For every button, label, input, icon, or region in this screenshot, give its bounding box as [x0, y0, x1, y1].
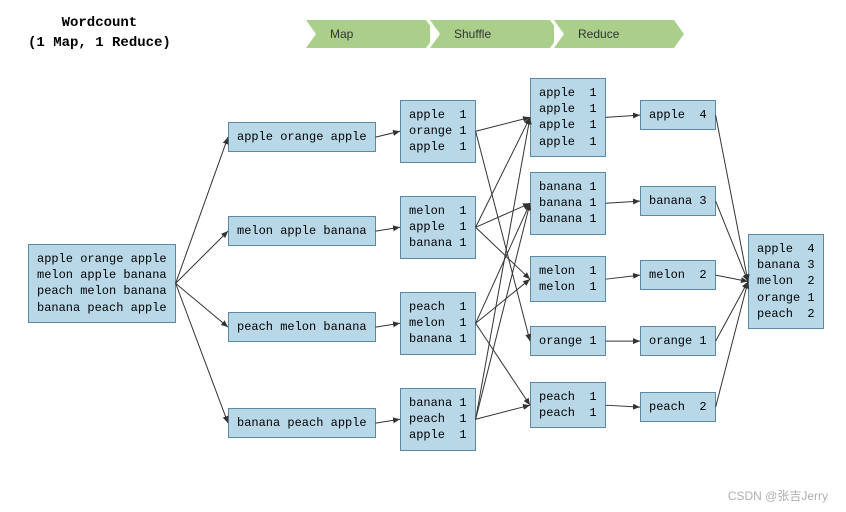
shuffle-box-peach: peach 1 peach 1 [530, 382, 606, 428]
chevron-map: Map [306, 20, 426, 48]
shuffle-box-banana: banana 1 banana 1 banana 1 [530, 172, 606, 235]
map-box-2: peach 1 melon 1 banana 1 [400, 292, 476, 355]
diagram-title: Wordcount (1 Map, 1 Reduce) [28, 14, 171, 53]
split-box-2: peach melon banana [228, 312, 376, 342]
final-output-box: apple 4 banana 3 melon 2 orange 1 peach … [748, 234, 824, 329]
shuffle-box-melon: melon 1 melon 1 [530, 256, 606, 302]
split-box-1: melon apple banana [228, 216, 376, 246]
reduce-box-orange: orange 1 [640, 326, 716, 356]
reduce-box-melon: melon 2 [640, 260, 716, 290]
reduce-box-banana: banana 3 [640, 186, 716, 216]
reduce-box-peach: peach 2 [640, 392, 716, 422]
stage-chevrons: Map Shuffle Reduce [306, 20, 678, 48]
map-box-1: melon 1 apple 1 banana 1 [400, 196, 476, 259]
shuffle-box-orange: orange 1 [530, 326, 606, 356]
map-box-3: banana 1 peach 1 apple 1 [400, 388, 476, 451]
title-line1: Wordcount [28, 14, 171, 34]
chevron-reduce: Reduce [554, 20, 674, 48]
input-box: apple orange apple melon apple banana pe… [28, 244, 176, 323]
watermark: CSDN @张吉Jerry [728, 487, 828, 504]
shuffle-box-apple: apple 1 apple 1 apple 1 apple 1 [530, 78, 606, 157]
map-box-0: apple 1 orange 1 apple 1 [400, 100, 476, 163]
split-box-3: banana peach apple [228, 408, 376, 438]
chevron-shuffle: Shuffle [430, 20, 550, 48]
split-box-0: apple orange apple [228, 122, 376, 152]
reduce-box-apple: apple 4 [640, 100, 716, 130]
title-line2: (1 Map, 1 Reduce) [28, 34, 171, 54]
